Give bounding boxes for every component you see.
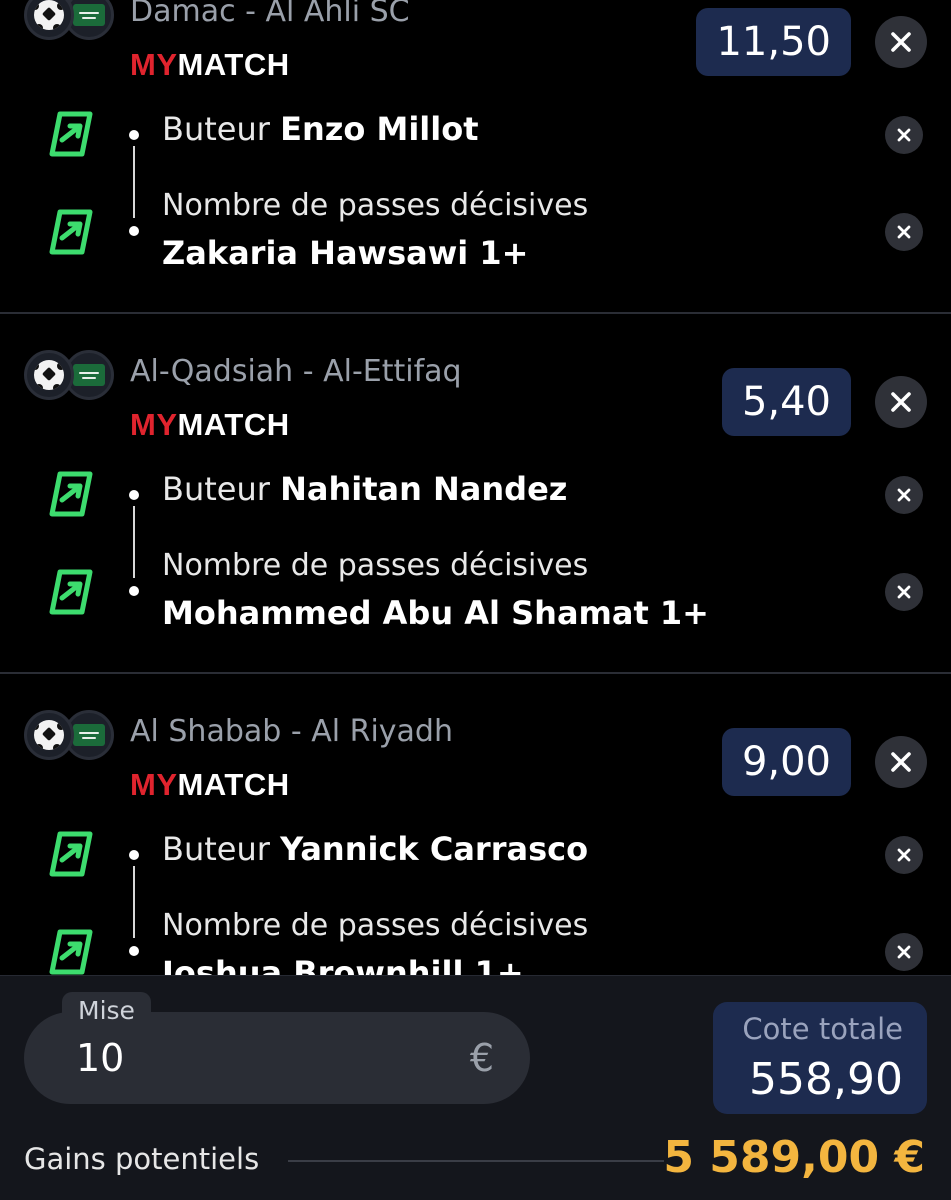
- potential-gains-label: Gains potentiels: [24, 1142, 260, 1176]
- selection-player: Mohammed Abu Al Shamat 1+: [162, 594, 709, 632]
- match-card: Al-Qadsiah - Al-Ettifaq MYMATCH 5,40 But…: [0, 314, 951, 674]
- timeline-dot: [129, 586, 139, 596]
- timeline-dot: [129, 490, 139, 500]
- stake-field[interactable]: Mise 10 €: [24, 992, 530, 1104]
- remove-match-button[interactable]: [875, 16, 927, 68]
- remove-selection-button[interactable]: [885, 836, 923, 874]
- selection-market: Nombre de passes décisives: [162, 188, 589, 223]
- selection-player: Joshua Brownhill 1+: [162, 954, 524, 975]
- close-icon: [897, 585, 911, 599]
- mymatch-logo: MYMATCH: [130, 407, 290, 442]
- boost-icon: [49, 569, 93, 615]
- selection-scorer: Buteur Nahitan Nandez: [162, 470, 568, 508]
- divider: [288, 1160, 664, 1162]
- match-name: Al-Qadsiah - Al-Ettifaq: [130, 354, 462, 389]
- timeline-line: [133, 506, 135, 578]
- selection-scorer: Buteur Enzo Millot: [162, 110, 479, 148]
- timeline-line: [133, 146, 135, 218]
- bet-slip-list[interactable]: Damac - Al Ahli SC MYMATCH 11,50 Buteur …: [0, 0, 951, 975]
- selection-market: Nombre de passes décisives: [162, 908, 589, 943]
- remove-match-button[interactable]: [875, 736, 927, 788]
- football-icon: [24, 350, 74, 400]
- timeline-dot: [129, 130, 139, 140]
- close-icon: [891, 752, 911, 772]
- total-odds-label: Cote totale: [742, 1012, 903, 1046]
- match-name: Damac - Al Ahli SC: [130, 0, 410, 29]
- selection-scorer: Buteur Yannick Carrasco: [162, 830, 589, 868]
- match-odds-badge: 5,40: [721, 368, 851, 436]
- boost-icon: [49, 471, 93, 517]
- match-card: Al Shabab - Al Riyadh MYMATCH 9,00 Buteu…: [0, 674, 951, 975]
- timeline-dot: [129, 226, 139, 236]
- remove-match-button[interactable]: [875, 376, 927, 428]
- boost-icon: [49, 831, 93, 877]
- close-icon: [897, 488, 911, 502]
- match-card: Damac - Al Ahli SC MYMATCH 11,50 Buteur …: [0, 0, 951, 314]
- team-icons: [24, 710, 114, 760]
- match-odds-badge: 9,00: [721, 728, 851, 796]
- stake-input[interactable]: 10: [76, 1036, 376, 1080]
- match-name: Al Shabab - Al Riyadh: [130, 714, 453, 749]
- remove-selection-button[interactable]: [885, 476, 923, 514]
- timeline-dot: [129, 946, 139, 956]
- close-icon: [897, 848, 911, 862]
- remove-selection-button[interactable]: [885, 933, 923, 971]
- remove-selection-button[interactable]: [885, 213, 923, 251]
- close-icon: [897, 128, 911, 142]
- selection-market: Nombre de passes décisives: [162, 548, 589, 583]
- boost-icon: [49, 929, 93, 975]
- team-icons: [24, 0, 114, 40]
- total-odds-box: Cote totale 558,90: [713, 1002, 927, 1114]
- mymatch-logo: MYMATCH: [130, 47, 290, 82]
- close-icon: [897, 225, 911, 239]
- close-icon: [891, 392, 911, 412]
- team-icons: [24, 350, 114, 400]
- boost-icon: [49, 111, 93, 157]
- euro-currency-icon: €: [469, 1036, 494, 1080]
- close-icon: [897, 945, 911, 959]
- match-odds-badge: 11,50: [696, 8, 851, 76]
- timeline-line: [133, 866, 135, 938]
- mymatch-logo: MYMATCH: [130, 767, 290, 802]
- potential-gains-value: 5 589,00 €: [663, 1132, 925, 1183]
- stake-label: Mise: [62, 992, 151, 1031]
- timeline-dot: [129, 850, 139, 860]
- remove-selection-button[interactable]: [885, 116, 923, 154]
- close-icon: [891, 32, 911, 52]
- remove-selection-button[interactable]: [885, 573, 923, 611]
- bet-summary-footer: Mise 10 € Cote totale 558,90 Gains poten…: [0, 975, 951, 1200]
- selection-player: Zakaria Hawsawi 1+: [162, 234, 529, 272]
- boost-icon: [49, 209, 93, 255]
- football-icon: [24, 0, 74, 40]
- football-icon: [24, 710, 74, 760]
- total-odds-value: 558,90: [749, 1054, 903, 1105]
